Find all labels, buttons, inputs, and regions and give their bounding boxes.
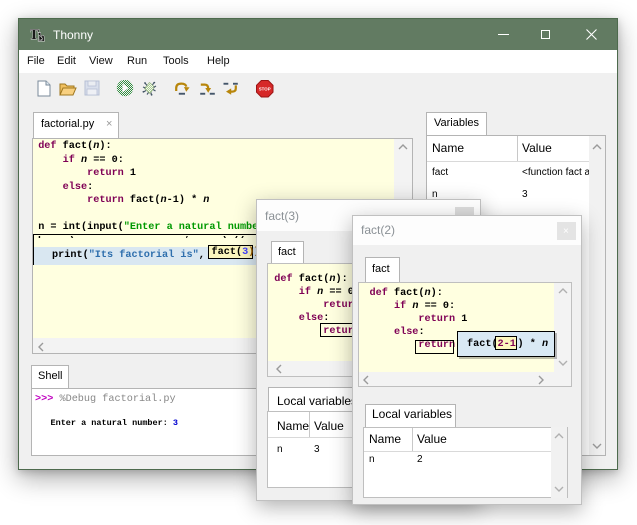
svg-text:STOP: STOP: [259, 86, 271, 91]
